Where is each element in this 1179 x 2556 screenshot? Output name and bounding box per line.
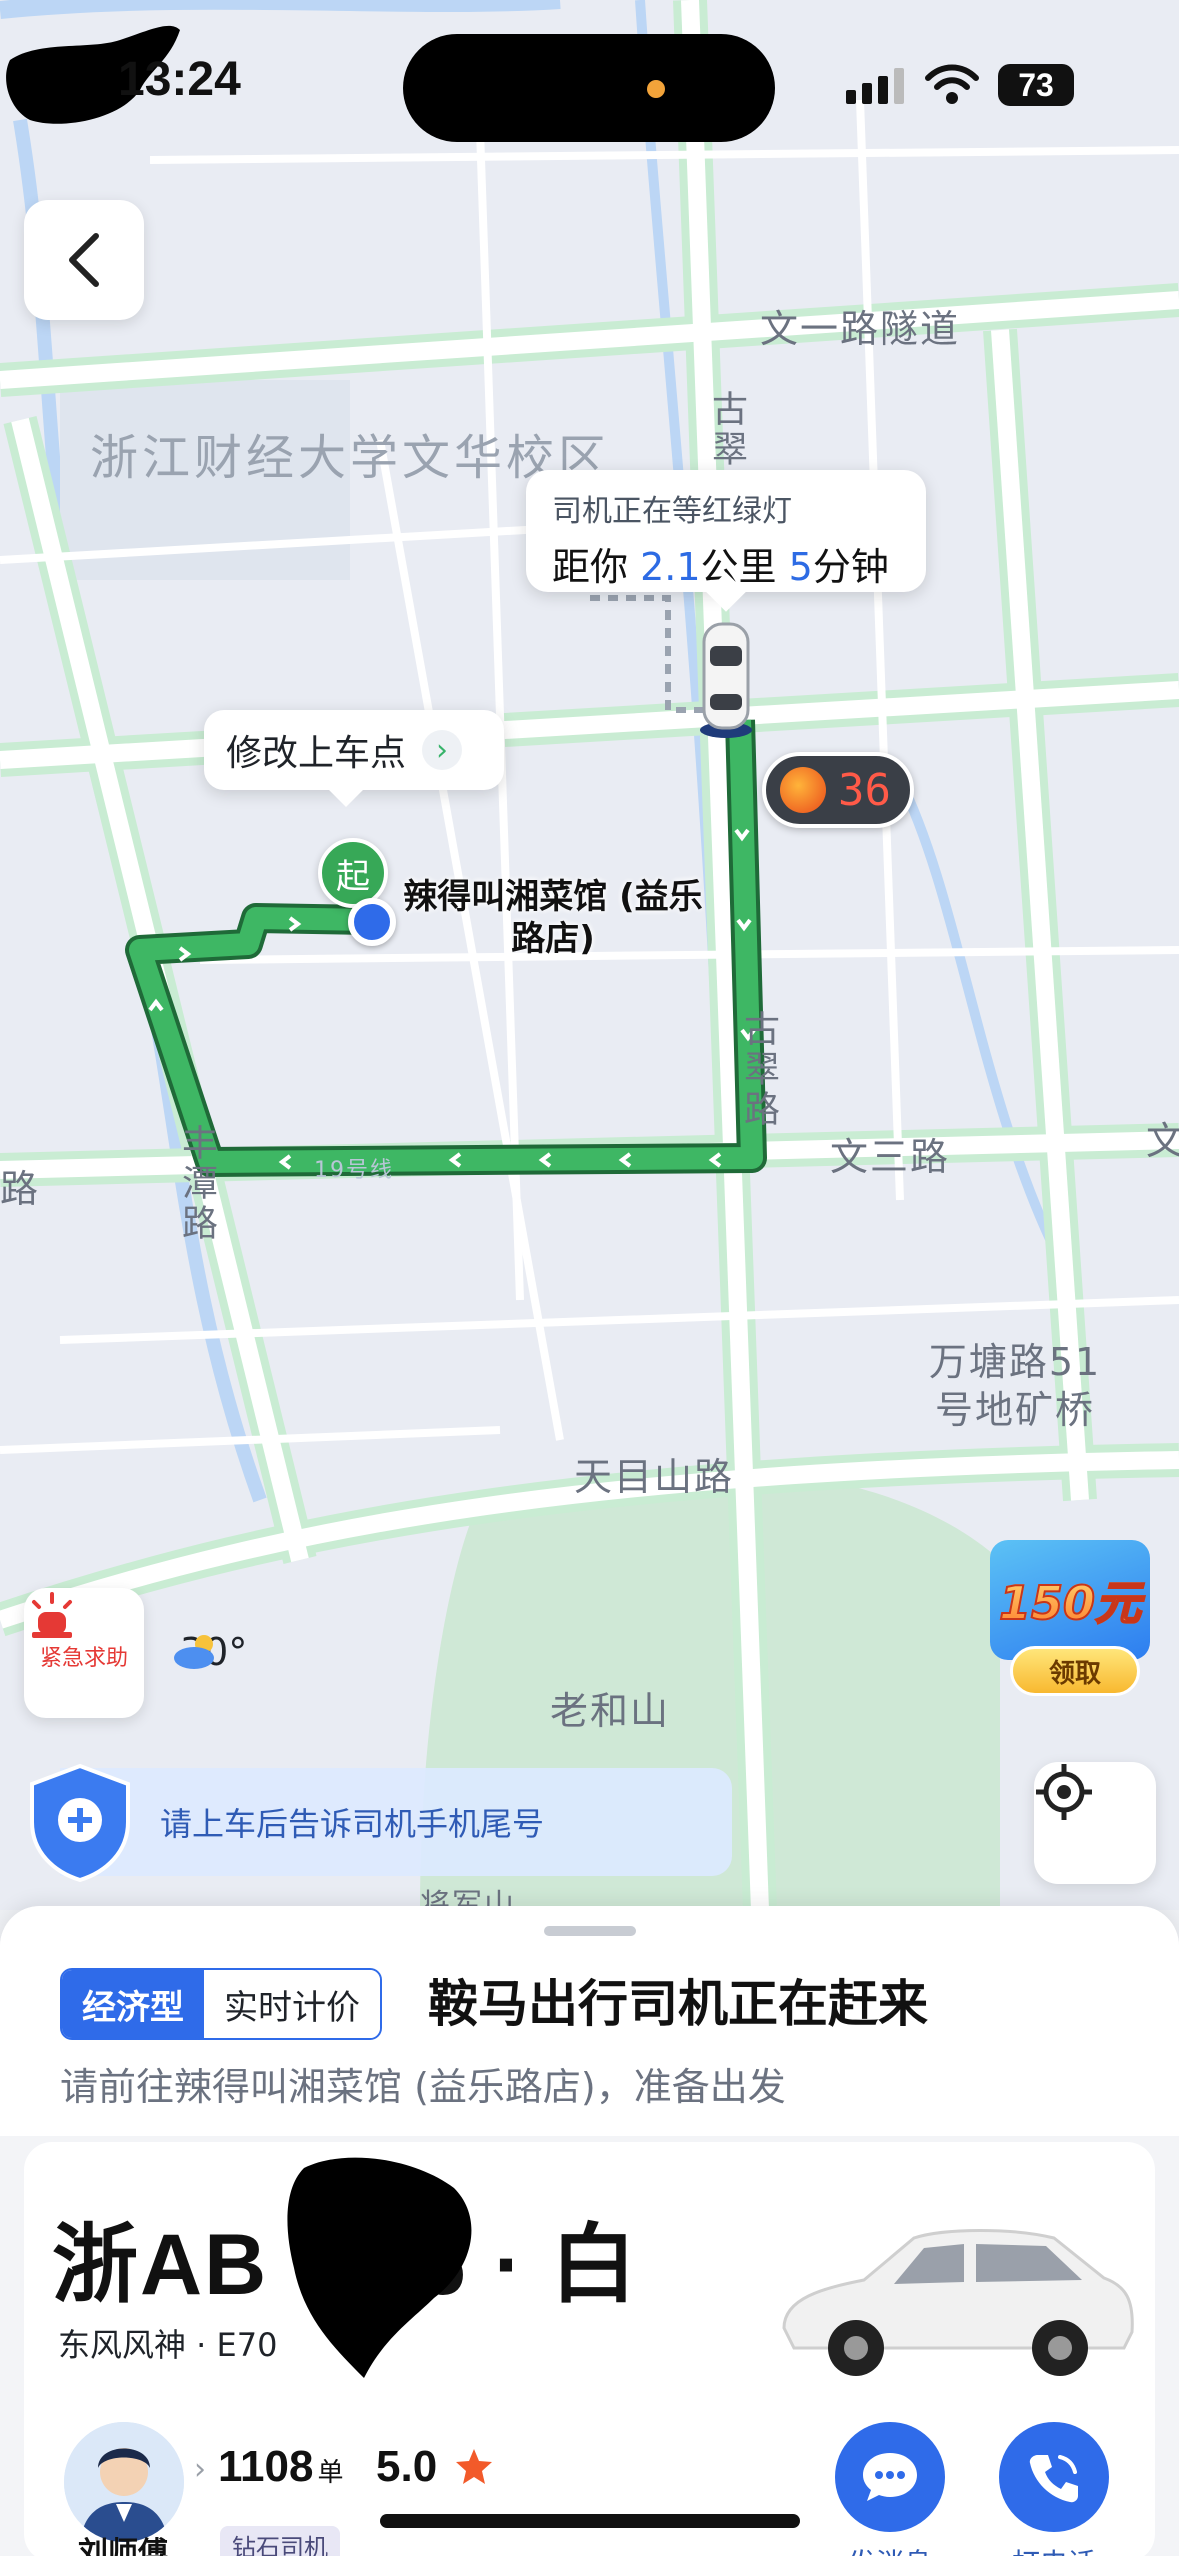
chevron-right-icon: ›	[194, 2452, 206, 2487]
map-label-gucui-top: 古翠	[706, 390, 747, 470]
message-icon-circle	[835, 2422, 945, 2532]
status-time: 13:24	[118, 53, 241, 106]
ride-type-tag: 经济型	[62, 1970, 204, 2038]
driver-avatar-icon	[64, 2422, 184, 2542]
shield-icon	[30, 1763, 130, 1883]
eta-minutes-unit: 分钟	[812, 545, 889, 589]
driver-avatar[interactable]	[64, 2422, 184, 2542]
locate-me-button[interactable]	[1034, 1762, 1156, 1884]
emergency-button[interactable]: 紧急求助	[24, 1588, 144, 1718]
dynamic-island	[403, 34, 775, 142]
ride-bottom-sheet: 经济型 实时计价 鞍马出行司机正在赶来 请前往辣得叫湘菜馆 (益乐路店)，准备出…	[0, 1906, 1179, 2556]
phone-tail-notice: 请上车后告诉司机手机尾号	[20, 1760, 732, 1884]
call-driver-button[interactable]: 打电话	[998, 2422, 1110, 2556]
promo-card: 150元	[990, 1540, 1150, 1660]
ride-instruction: 请前往辣得叫湘菜馆 (益乐路店)，准备出发	[60, 2065, 786, 2109]
map-label-lu: 路	[0, 1167, 41, 1211]
ride-status-panel: 经济型 实时计价 鞍马出行司机正在赶来 请前往辣得叫湘菜馆 (益乐路店)，准备出…	[0, 1906, 1179, 2136]
eta-minutes: 5	[788, 545, 813, 589]
chat-bubble-icon	[863, 2453, 917, 2501]
chevron-left-icon	[69, 233, 99, 287]
ride-status-title: 鞍马出行司机正在赶来	[428, 1975, 928, 2033]
car-image-icon	[782, 2229, 1134, 2376]
driver-eta-text: 距你 2.1公里 5分钟	[552, 536, 900, 591]
map-label-wen-right: 文	[1146, 1119, 1179, 1163]
plate-prefix: 浙AB	[52, 2217, 269, 2313]
message-driver-button[interactable]: 发消息	[834, 2422, 946, 2556]
driver-status-bubble: 司机正在等红绿灯 距你 2.1公里 5分钟	[526, 470, 926, 592]
battery-icon: 73	[998, 64, 1074, 106]
locate-icon	[1036, 1764, 1092, 1820]
chevron-right-icon: ›	[422, 730, 463, 770]
home-indicator[interactable]	[380, 2514, 800, 2528]
driver-level-badge: 钻石司机	[220, 2526, 340, 2556]
call-driver-label: 打电话	[1012, 2542, 1096, 2556]
pickup-location-name: 辣得叫湘菜馆 (益乐路店)	[403, 877, 703, 959]
eta-distance: 2.1	[640, 545, 701, 589]
pricing-tag: 实时计价	[204, 1970, 380, 2038]
map-label-campus: 浙江财经大学文华校区	[90, 430, 611, 486]
eta-distance-unit: 公里	[700, 545, 777, 589]
eta-prefix: 距你	[552, 545, 629, 589]
driver-name: 刘师傅	[78, 2536, 168, 2556]
map-label-laoheshan: 老和山	[550, 1689, 671, 1733]
promo-claim-button[interactable]: 领取	[1010, 1646, 1140, 1696]
modify-pickup-button[interactable]: 修改上车点 ›	[204, 710, 504, 790]
cellular-signal-icon	[846, 68, 904, 104]
wifi-icon	[925, 64, 979, 104]
emergency-label: 紧急求助	[39, 1646, 128, 1671]
message-driver-label: 发消息	[848, 2542, 932, 2556]
call-icon-circle	[999, 2422, 1109, 2532]
map-label-wenyi-tunnel: 文一路隧道	[760, 307, 961, 351]
order-count-value: 1108	[218, 2442, 314, 2491]
ride-tags: 经济型 实时计价	[60, 1968, 382, 2040]
partly-cloudy-icon	[174, 1635, 214, 1669]
map-label-bridge: 万塘路51号地矿桥	[928, 1340, 1102, 1432]
map-view[interactable]: 文一路隧道 浙江财经大学文华校区 古翠 古翠路 文三路 丰潭路 路 文 万塘路5…	[0, 0, 1179, 1910]
weather-widget: 30°	[170, 1630, 247, 1674]
modify-pickup-label: 修改上车点	[226, 733, 407, 774]
map-label-feng: 丰潭路	[176, 1124, 217, 1244]
map-label-bus-line: 19号线	[314, 1158, 394, 1183]
promo-amount: 150元	[998, 1567, 1142, 1633]
driver-rating: 5.0	[376, 2442, 438, 2491]
map-label-tianmushan: 天目山路	[574, 1455, 735, 1499]
driver-status-text: 司机正在等红绿灯	[552, 494, 792, 529]
island-indicator-dot	[647, 80, 665, 98]
alarm-icon	[32, 1592, 72, 1638]
phone-icon	[1029, 2455, 1078, 2503]
pickup-pin: 起	[318, 838, 388, 908]
driver-card: 浙AB 6 · 白 东风风神 · E70 › 刘师傅 1108 单 5.0 钻石…	[24, 2142, 1155, 2556]
pickup-location-dot	[348, 898, 396, 946]
order-count-unit: 单	[317, 2457, 344, 2487]
map-label-wensan: 文三路	[830, 1135, 951, 1179]
map-label-gucui: 古翠路	[738, 1010, 779, 1130]
car-model: 东风风神 · E70	[58, 2326, 278, 2364]
back-button[interactable]	[24, 200, 144, 320]
traffic-light-countdown: 36	[838, 764, 891, 816]
promo-coupon[interactable]: 150元 领取	[990, 1540, 1160, 1720]
driver-order-count: 1108 单	[218, 2442, 343, 2492]
notice-text: 请上车后告诉司机手机尾号	[60, 1768, 732, 1876]
redaction-mark	[287, 2157, 472, 2378]
traffic-light-indicator: 36	[762, 752, 914, 828]
status-bar: 13:24 73	[0, 0, 1179, 170]
sheet-drag-handle[interactable]	[544, 1926, 636, 1936]
red-light-icon	[780, 767, 826, 813]
star-icon	[456, 2449, 492, 2484]
